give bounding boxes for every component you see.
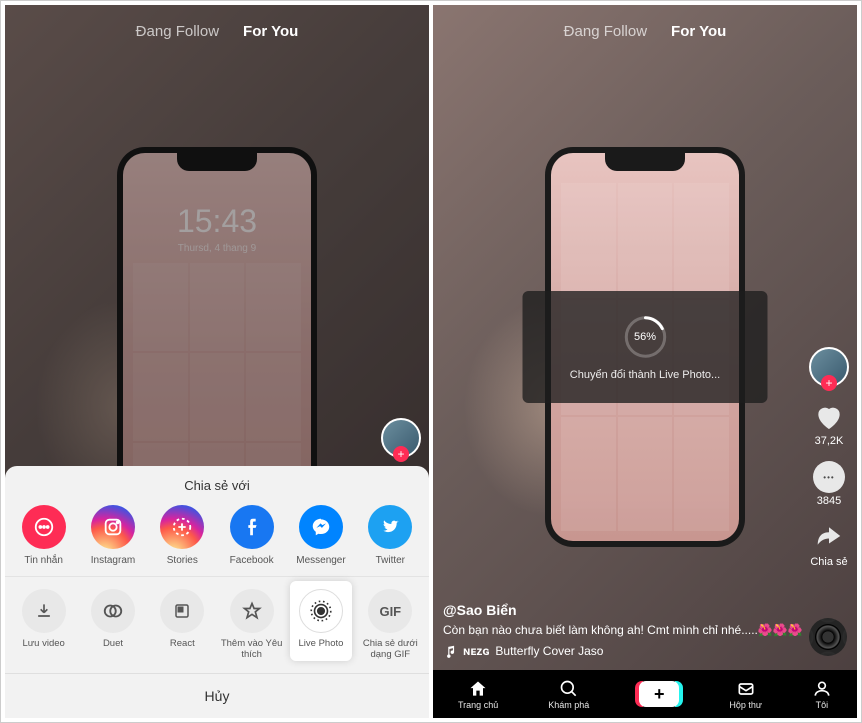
action-favorite[interactable]: Thêm vào Yêu thích	[221, 577, 283, 661]
heart-icon	[813, 401, 845, 433]
follow-plus-icon[interactable]: +	[821, 375, 837, 391]
progress-text: Chuyển đổi thành Live Photo...	[535, 369, 756, 381]
comment-button[interactable]: 3845	[813, 461, 845, 507]
tab-following[interactable]: Đang Follow	[564, 23, 647, 40]
instagram-icon	[91, 505, 135, 549]
tab-for-you[interactable]: For You	[671, 23, 726, 40]
music-tag: ɴᴇᴢɢ	[463, 644, 489, 658]
search-icon	[559, 679, 579, 699]
nav-create[interactable]: +	[639, 681, 679, 707]
progress-modal: 56% Chuyển đổi thành Live Photo...	[523, 291, 768, 403]
share-icon	[814, 521, 844, 554]
share-instagram[interactable]: Instagram	[82, 505, 144, 567]
share-label: Chia sẻ	[810, 556, 847, 568]
share-button[interactable]: Chia sẻ	[810, 521, 847, 568]
share-messenger[interactable]: Messenger	[290, 505, 352, 567]
progress-percent: 56%	[621, 313, 669, 361]
download-icon	[22, 589, 66, 633]
comment-icon	[813, 461, 845, 493]
feed-tabs: Đang Follow For You	[433, 23, 857, 40]
stories-icon	[160, 505, 204, 549]
share-facebook[interactable]: Facebook	[221, 505, 283, 567]
share-title: Chia sẻ với	[5, 466, 429, 501]
nav-inbox[interactable]: Hộp thư	[729, 679, 762, 710]
tab-following[interactable]: Đang Follow	[136, 23, 219, 40]
duet-icon	[91, 589, 135, 633]
star-icon	[230, 589, 274, 633]
like-count: 37,2K	[815, 435, 844, 447]
facebook-icon	[230, 505, 274, 549]
caption-area: @Sao Biển Còn bạn nào chưa biết làm khôn…	[443, 602, 847, 658]
cancel-button[interactable]: Hủy	[5, 673, 429, 718]
profile-avatar[interactable]: +	[381, 418, 421, 458]
like-button[interactable]: 37,2K	[813, 401, 845, 447]
action-live-photo[interactable]: Live Photo	[290, 581, 352, 661]
profile-avatar[interactable]: +	[809, 347, 849, 387]
music-note-icon	[443, 644, 457, 658]
tab-for-you[interactable]: For You	[243, 23, 298, 40]
follow-plus-icon[interactable]: +	[393, 446, 409, 462]
action-duet[interactable]: Duet	[82, 577, 144, 661]
screenshot-right: Đang Follow For You + 37,2K 3845 Chia sẻ	[433, 5, 857, 718]
share-twitter[interactable]: Twitter	[359, 505, 421, 567]
react-icon	[160, 589, 204, 633]
bottom-nav: Trang chủ Khám phá + Hộp thư Tôi	[433, 670, 857, 718]
action-save-video[interactable]: Lưu video	[13, 577, 75, 661]
messages-icon	[22, 505, 66, 549]
plus-icon: +	[639, 681, 679, 707]
music-title: Butterfly Cover Jaso	[495, 644, 603, 658]
inbox-icon	[736, 679, 756, 699]
messenger-icon	[299, 505, 343, 549]
share-stories[interactable]: Stories	[151, 505, 213, 567]
home-icon	[468, 679, 488, 699]
share-sheet: Chia sẻ với Tin nhắn Instagram	[5, 466, 429, 718]
nav-discover[interactable]: Khám phá	[548, 679, 589, 710]
nav-home[interactable]: Trang chủ	[458, 679, 498, 710]
nav-me[interactable]: Tôi	[812, 679, 832, 710]
music-info[interactable]: ɴᴇᴢɢ Butterfly Cover Jaso	[443, 644, 847, 658]
action-react[interactable]: React	[151, 577, 213, 661]
screenshot-left: 15:43 Thursd, 4 thang 9 Đang Follow For …	[5, 5, 429, 718]
action-gif[interactable]: GIF Chia sẻ dưới dạng GIF	[359, 577, 421, 661]
profile-icon	[812, 679, 832, 699]
caption-text: Còn bạn nào chưa biết làm không ah! Cmt …	[443, 622, 847, 638]
gif-icon: GIF	[368, 589, 412, 633]
comment-count: 3845	[817, 495, 841, 507]
twitter-icon	[368, 505, 412, 549]
username[interactable]: @Sao Biển	[443, 602, 847, 618]
feed-tabs: Đang Follow For You	[5, 23, 429, 40]
live-photo-icon	[299, 589, 343, 633]
spinner-icon: 56%	[621, 313, 669, 361]
side-actions: + 37,2K 3845 Chia sẻ	[809, 347, 849, 568]
share-messages[interactable]: Tin nhắn	[13, 505, 75, 567]
